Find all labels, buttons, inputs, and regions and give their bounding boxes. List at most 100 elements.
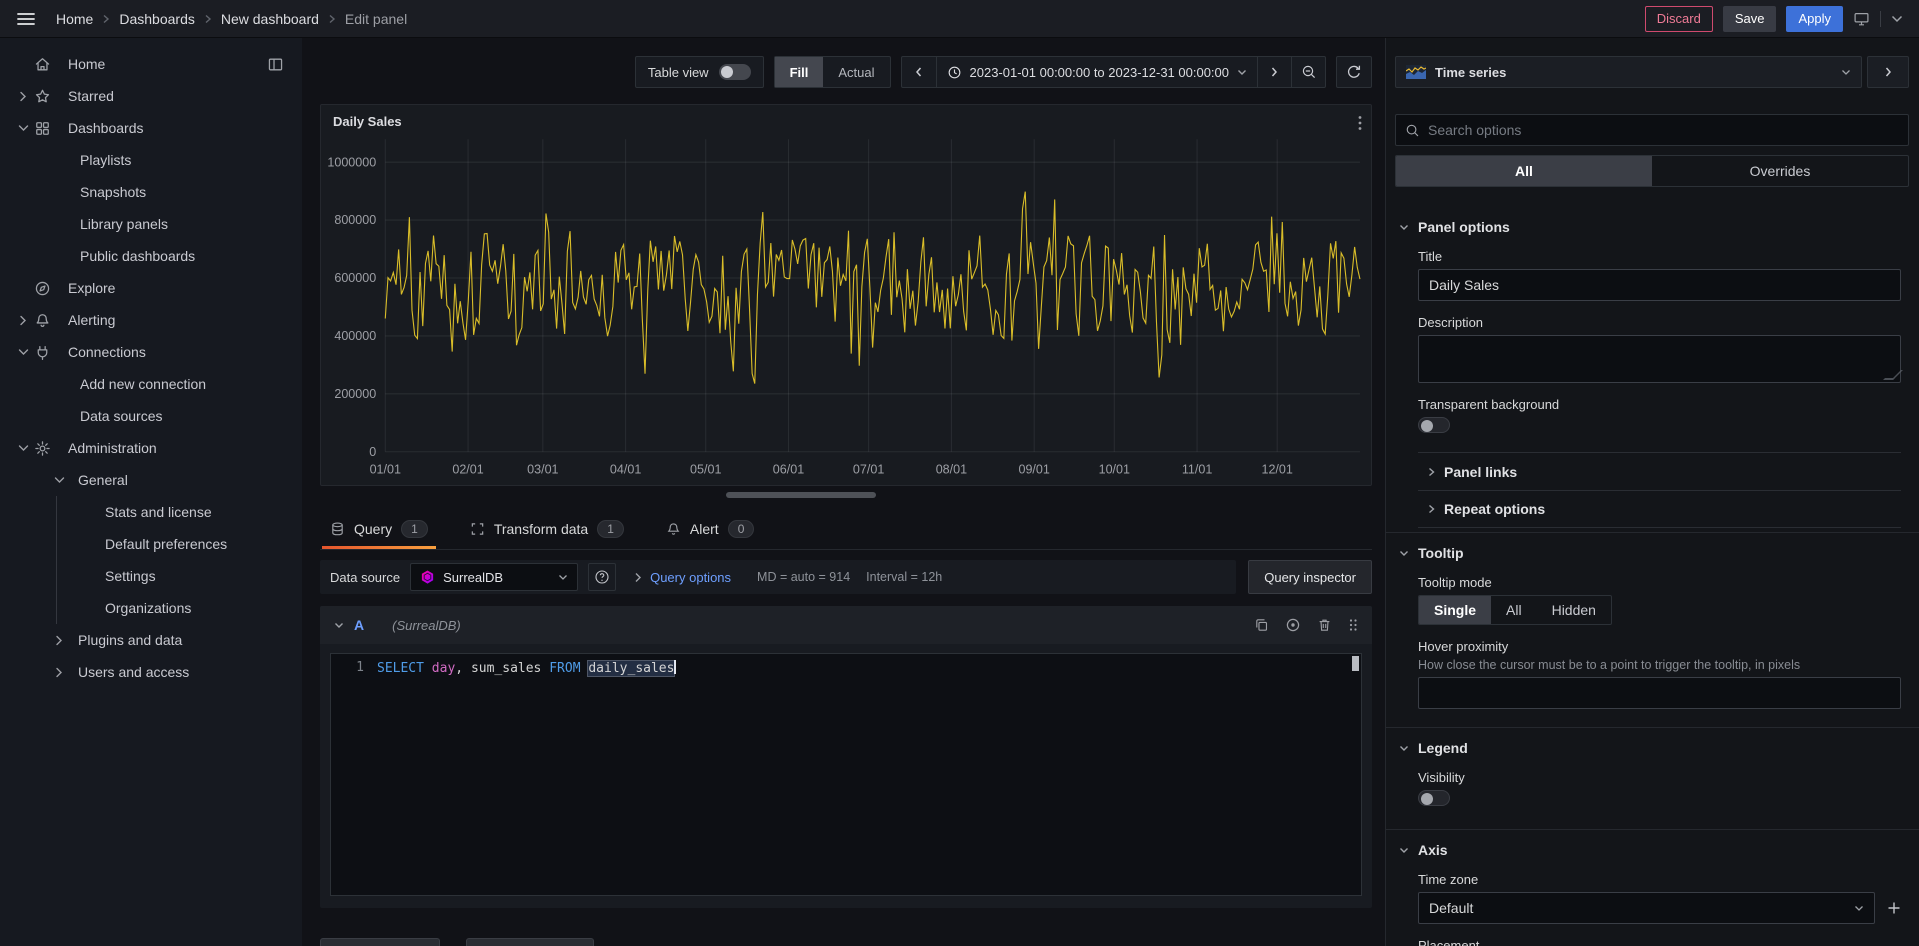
collapse-options-pane-button[interactable] xyxy=(1867,56,1909,88)
breadcrumb-home[interactable]: Home xyxy=(56,11,93,27)
time-zone-select[interactable]: Default xyxy=(1418,892,1875,924)
sidebar-item-snapshots[interactable]: Snapshots xyxy=(0,176,302,208)
drag-handle-icon[interactable] xyxy=(1348,617,1358,633)
add-time-zone-icon[interactable] xyxy=(1887,901,1901,915)
panel-description-textarea[interactable] xyxy=(1418,335,1901,383)
tab-transform-data[interactable]: Transform data 1 xyxy=(462,511,632,549)
panel-menu-icon[interactable] xyxy=(1355,112,1365,134)
sidebar-item-default-preferences[interactable]: Default preferences xyxy=(0,528,302,560)
sidebar-item-add-new-connection[interactable]: Add new connection xyxy=(0,368,302,400)
sidebar-item-explore[interactable]: Explore xyxy=(0,272,302,304)
sidebar-item-plugins-and-data[interactable]: Plugins and data xyxy=(0,624,302,656)
menu-toggle-icon[interactable] xyxy=(16,9,36,29)
duplicate-query-icon[interactable] xyxy=(1254,617,1269,633)
tooltip-mode-hidden[interactable]: Hidden xyxy=(1537,596,1611,624)
sidebar-item-public-dashboards[interactable]: Public dashboards xyxy=(0,240,302,272)
tooltip-header[interactable]: Tooltip xyxy=(1386,533,1919,573)
chevron-down-icon[interactable] xyxy=(334,622,344,629)
actual-segment[interactable]: Actual xyxy=(823,57,889,87)
sidebar-item-dashboards[interactable]: Dashboards xyxy=(0,112,302,144)
chevron-right-icon xyxy=(204,14,212,24)
discard-button[interactable]: Discard xyxy=(1645,6,1713,32)
table-view-toggle[interactable] xyxy=(719,64,751,80)
tab-query[interactable]: Query 1 xyxy=(322,511,436,549)
tooltip-mode-all[interactable]: All xyxy=(1491,596,1537,624)
chevron-right-icon[interactable] xyxy=(12,315,34,326)
chevron-right-icon[interactable] xyxy=(48,635,70,646)
sidebar-item-administration[interactable]: Administration xyxy=(0,432,302,464)
zoom-out-time-button[interactable] xyxy=(1291,57,1325,87)
breadcrumb-new-dashboard[interactable]: New dashboard xyxy=(221,11,319,27)
svg-text:01/01: 01/01 xyxy=(370,461,401,476)
horizontal-scrollbar-thumb[interactable] xyxy=(726,492,876,498)
options-tab-all[interactable]: All xyxy=(1396,156,1652,186)
query-inspector-button[interactable]: Query inspector xyxy=(1248,560,1372,594)
chevron-down-icon[interactable] xyxy=(12,348,34,356)
sidebar-item-alerting[interactable]: Alerting xyxy=(0,304,302,336)
cog-icon xyxy=(34,440,54,457)
top-nav: Home Dashboards New dashboard Edit panel… xyxy=(0,0,1919,38)
transparent-background-toggle[interactable] xyxy=(1418,417,1450,433)
chevron-right-icon[interactable] xyxy=(12,91,34,102)
expression-button[interactable] xyxy=(466,938,594,946)
time-range-picker[interactable]: 2023-01-01 00:00:00 to 2023-12-31 00:00:… xyxy=(936,57,1258,87)
visualization-name: Time series xyxy=(1435,65,1506,80)
time-shift-back-button[interactable] xyxy=(902,57,936,87)
repeat-options-row[interactable]: Repeat options xyxy=(1418,490,1901,528)
sidebar-item-connections[interactable]: Connections xyxy=(0,336,302,368)
query-options-toggle[interactable]: Query options xyxy=(634,570,731,585)
legend-header[interactable]: Legend xyxy=(1386,728,1919,768)
query-ref-id[interactable]: A xyxy=(354,617,364,633)
breadcrumb: Home Dashboards New dashboard Edit panel xyxy=(56,11,407,27)
delete-query-icon[interactable] xyxy=(1317,617,1332,633)
svg-text:400000: 400000 xyxy=(334,328,376,343)
apply-button[interactable]: Apply xyxy=(1786,6,1843,32)
chevron-down-icon[interactable] xyxy=(48,476,70,484)
panel-options-header[interactable]: Panel options xyxy=(1386,207,1919,247)
refresh-button[interactable] xyxy=(1336,56,1372,88)
editor-scrollbar-thumb[interactable] xyxy=(1352,656,1359,671)
breadcrumb-dashboards[interactable]: Dashboards xyxy=(119,11,195,27)
options-tab-overrides[interactable]: Overrides xyxy=(1652,156,1908,186)
tooltip-mode-single[interactable]: Single xyxy=(1419,596,1491,624)
sidebar-item-data-sources[interactable]: Data sources xyxy=(0,400,302,432)
sidebar-item-settings[interactable]: Settings xyxy=(0,560,302,592)
visualization-picker[interactable]: Time series xyxy=(1395,56,1862,88)
options-search[interactable] xyxy=(1395,114,1909,146)
sidebar-item-playlists[interactable]: Playlists xyxy=(0,144,302,176)
sidebar-item-library-panels[interactable]: Library panels xyxy=(0,208,302,240)
sidebar-item-organizations[interactable]: Organizations xyxy=(0,592,302,624)
split-panel-icon[interactable] xyxy=(267,56,284,73)
chevron-right-icon xyxy=(1428,467,1435,477)
monitor-icon[interactable] xyxy=(1853,11,1870,27)
sidebar-item-home[interactable]: Home xyxy=(0,48,302,80)
add-query-button[interactable] xyxy=(320,938,440,946)
panel-title-input[interactable] xyxy=(1418,269,1901,301)
sidebar-item-starred[interactable]: Starred xyxy=(0,80,302,112)
sql-code-editor[interactable]: 1 SELECT day, sum_sales FROM daily_sales xyxy=(330,653,1362,896)
sql-token-plain: sum_sales xyxy=(471,661,549,676)
hover-proximity-input[interactable] xyxy=(1418,677,1901,709)
sql-query-text[interactable]: SELECT day, sum_sales FROM daily_sales xyxy=(377,654,676,895)
sidebar-item-stats-and-license[interactable]: Stats and license xyxy=(0,496,302,528)
toggle-query-visibility-icon[interactable] xyxy=(1285,617,1301,633)
legend-visibility-toggle[interactable] xyxy=(1418,790,1450,806)
chevron-down-icon[interactable] xyxy=(12,444,34,452)
datasource-help-icon[interactable] xyxy=(588,563,616,591)
tab-alert[interactable]: Alert 0 xyxy=(658,511,762,549)
save-button[interactable]: Save xyxy=(1723,6,1777,32)
panel-links-row[interactable]: Panel links xyxy=(1418,452,1901,490)
options-search-input[interactable] xyxy=(1428,122,1899,138)
chevron-right-icon[interactable] xyxy=(48,667,70,678)
axis-header[interactable]: Axis xyxy=(1386,830,1919,870)
sidebar: HomeStarredDashboardsPlaylistsSnapshotsL… xyxy=(0,38,302,946)
table-view-control[interactable]: Table view xyxy=(635,56,764,88)
sidebar-item-users-and-access[interactable]: Users and access xyxy=(0,656,302,688)
time-shift-forward-button[interactable] xyxy=(1257,57,1291,87)
chevron-down-icon[interactable] xyxy=(1891,15,1903,23)
query-row-header[interactable]: A (SurrealDB) xyxy=(320,606,1372,644)
sidebar-item-general[interactable]: General xyxy=(0,464,302,496)
fill-segment[interactable]: Fill xyxy=(775,57,824,87)
datasource-picker[interactable]: SurrealDB xyxy=(410,563,578,591)
chevron-down-icon[interactable] xyxy=(12,124,34,132)
